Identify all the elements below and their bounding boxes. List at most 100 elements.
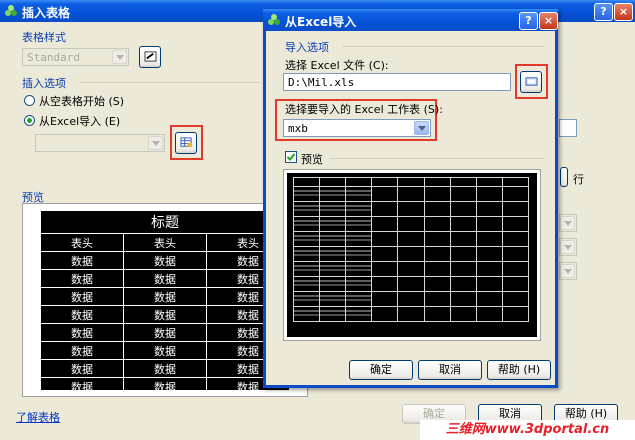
preview-table-cell: 数据 bbox=[123, 377, 207, 396]
excel-preview-cell bbox=[475, 186, 503, 202]
excel-preview-cell bbox=[292, 276, 321, 292]
table-style-dialog-button[interactable] bbox=[139, 46, 161, 68]
sheet-select[interactable]: mxb bbox=[283, 119, 431, 137]
excel-title: 从Excel导入 bbox=[285, 15, 357, 29]
preview-table-cell: 数据 bbox=[123, 269, 207, 288]
checkmark-icon bbox=[286, 153, 296, 161]
excel-preview-cell bbox=[475, 276, 503, 292]
excel-preview-cell bbox=[319, 231, 347, 247]
excel-preview-cell bbox=[501, 201, 530, 217]
excel-preview-cell bbox=[423, 261, 451, 277]
chevron-down-icon bbox=[112, 50, 127, 64]
preview-checkbox-label: 预览 bbox=[301, 153, 323, 166]
excel-preview-row bbox=[292, 276, 530, 292]
chevron-down-icon bbox=[148, 136, 163, 150]
excel-preview-cell bbox=[371, 291, 399, 307]
radio-empty-label: 从空表格开始 (S) bbox=[39, 95, 125, 108]
preview-table-cell: 数据 bbox=[123, 251, 207, 270]
file-path-input[interactable]: D:\Mil.xls bbox=[283, 73, 511, 91]
excel-preview-cell bbox=[449, 261, 477, 277]
radio-empty-table[interactable] bbox=[24, 95, 35, 106]
excel-preview-cell bbox=[397, 231, 425, 247]
right-hidden-select-2[interactable] bbox=[559, 238, 577, 256]
chevron-down-icon bbox=[414, 121, 429, 135]
excel-preview-cell bbox=[501, 246, 530, 262]
excel-preview-cell bbox=[371, 201, 399, 217]
right-hidden-select-1[interactable] bbox=[559, 214, 577, 232]
excel-cancel-button[interactable]: 取消 bbox=[418, 360, 482, 380]
preview-table-cell: 数据 bbox=[40, 341, 124, 360]
excel-titlebar[interactable]: 从Excel导入 ? × bbox=[263, 9, 558, 31]
table-style-select[interactable]: Standard bbox=[22, 48, 129, 66]
excel-ok-button[interactable]: 确定 bbox=[349, 360, 413, 380]
excel-preview-cell bbox=[501, 186, 530, 202]
excel-preview-cell bbox=[319, 177, 347, 187]
preview-table: 标题 表头 表头 表头 数据 数据 数据 数据 数据 数据 数据 数据 数据 数据 数据 数据 数据 数据 数据… bbox=[40, 210, 290, 396]
excel-import-button[interactable] bbox=[175, 132, 197, 154]
table-style-label: 表格样式 bbox=[22, 31, 66, 44]
excel-preview-cell bbox=[501, 231, 530, 247]
excel-preview-cell bbox=[449, 186, 477, 202]
excel-close-icon[interactable]: × bbox=[539, 12, 558, 30]
excel-help-icon[interactable]: ? bbox=[519, 12, 538, 30]
excel-preview-cell bbox=[345, 216, 373, 232]
excel-preview-cell bbox=[475, 201, 503, 217]
right-hidden-spinner[interactable] bbox=[560, 167, 568, 187]
excel-preview-cell bbox=[397, 177, 425, 187]
preview-table-cell: 数据 bbox=[40, 305, 124, 324]
excel-dialog: 从Excel导入 ? × 导入选项 选择 Excel 文件 (C): D:\Mi… bbox=[263, 9, 558, 388]
learn-tables-link[interactable]: 了解表格 bbox=[16, 409, 60, 425]
excel-preview-cell bbox=[475, 216, 503, 232]
excel-preview-cell bbox=[449, 306, 477, 322]
excel-preview-cell bbox=[371, 177, 399, 187]
chevron-down-icon bbox=[560, 264, 575, 278]
excel-preview-cell bbox=[449, 291, 477, 307]
excel-preview-cell bbox=[345, 231, 373, 247]
excel-preview-cell bbox=[423, 276, 451, 292]
excel-preview-cell bbox=[319, 201, 347, 217]
excel-preview-cell bbox=[292, 261, 321, 277]
excel-preview-cell bbox=[475, 231, 503, 247]
preview-table-row: 数据 数据 数据 bbox=[40, 287, 290, 306]
excel-preview-cell bbox=[319, 276, 347, 292]
excel-preview-cell bbox=[423, 306, 451, 322]
excel-preview-cell bbox=[423, 246, 451, 262]
excel-preview-row bbox=[292, 231, 530, 247]
insert-options-label: 插入选项 bbox=[22, 77, 66, 90]
main-close-icon[interactable]: × bbox=[614, 3, 633, 21]
excel-preview-cell bbox=[475, 261, 503, 277]
excel-preview-cell bbox=[371, 261, 399, 277]
excel-preview-row bbox=[292, 306, 530, 322]
excel-preview-cell bbox=[397, 291, 425, 307]
excel-preview-cell bbox=[371, 246, 399, 262]
excel-preview-cell bbox=[371, 216, 399, 232]
excel-preview-row bbox=[292, 291, 530, 307]
file-browse-button[interactable] bbox=[520, 71, 542, 93]
preview-table-row: 数据 数据 数据 bbox=[40, 341, 290, 360]
excel-preview-cell bbox=[501, 276, 530, 292]
excel-preview-cell bbox=[371, 306, 399, 322]
excel-preview-cell bbox=[449, 201, 477, 217]
excel-preview-cell bbox=[319, 246, 347, 262]
right-hidden-field[interactable] bbox=[559, 119, 577, 137]
preview-checkbox[interactable] bbox=[285, 151, 297, 163]
excel-preview-cell bbox=[449, 246, 477, 262]
preview-table-cell: 数据 bbox=[40, 287, 124, 306]
excel-link-select[interactable] bbox=[35, 134, 165, 152]
preview-table-cell: 数据 bbox=[40, 269, 124, 288]
excel-preview-cell bbox=[397, 246, 425, 262]
excel-preview-cell bbox=[397, 186, 425, 202]
rows-label: 行 bbox=[573, 173, 584, 186]
excel-preview-cell bbox=[345, 177, 373, 187]
right-hidden-select-3[interactable] bbox=[559, 262, 577, 280]
excel-preview-cell bbox=[292, 201, 321, 217]
excel-preview-cell bbox=[397, 261, 425, 277]
excel-preview-cell bbox=[292, 291, 321, 307]
chevron-down-icon bbox=[560, 240, 575, 254]
radio-from-excel[interactable] bbox=[24, 115, 35, 126]
main-help-icon[interactable]: ? bbox=[594, 3, 613, 21]
excel-help-button[interactable]: 帮助 (H) bbox=[487, 360, 551, 380]
preview-table-cell: 数据 bbox=[123, 305, 207, 324]
autocad-icon bbox=[5, 5, 17, 16]
excel-preview-cell bbox=[397, 306, 425, 322]
